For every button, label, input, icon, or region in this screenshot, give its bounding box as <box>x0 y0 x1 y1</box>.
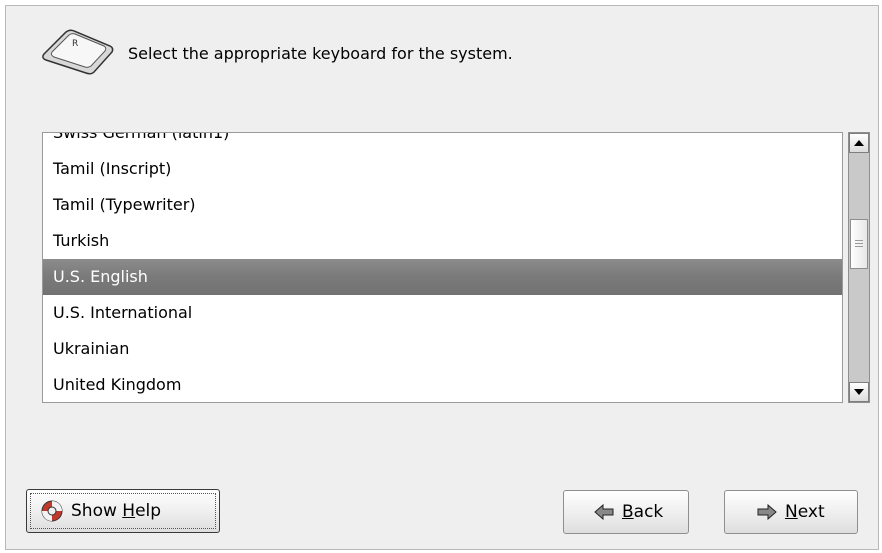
next-button-label: Next <box>785 502 825 522</box>
list-item[interactable]: U.S. International <box>43 295 842 331</box>
right-arrow-icon <box>757 504 777 520</box>
show-help-button[interactable]: Show Help <box>26 489 220 533</box>
list-item-selected[interactable]: U.S. English <box>43 259 842 295</box>
scroll-thumb[interactable] <box>850 219 868 269</box>
list-item[interactable]: Tamil (Inscript) <box>43 151 842 187</box>
instruction-text: Select the appropriate keyboard for the … <box>128 44 513 63</box>
keyboard-key-icon: R <box>42 29 114 75</box>
vertical-scrollbar[interactable] <box>848 132 870 403</box>
help-button-label: Show Help <box>71 501 162 521</box>
list-item[interactable]: Tamil (Typewriter) <box>43 187 842 223</box>
list-item[interactable]: Ukrainian <box>43 331 842 367</box>
installer-panel: R Select the appropriate keyboard for th… <box>5 5 879 550</box>
list-item[interactable]: Swiss German (latin1) <box>43 133 842 151</box>
key-letter: R <box>72 39 78 49</box>
next-button[interactable]: Next <box>724 490 858 534</box>
back-button[interactable]: Back <box>563 490 689 534</box>
scroll-up-button[interactable] <box>849 133 869 153</box>
arrow-down-icon <box>854 389 864 395</box>
lifebuoy-icon <box>41 500 63 522</box>
scroll-down-button[interactable] <box>849 382 869 402</box>
back-button-label: Back <box>622 502 664 522</box>
list-item[interactable]: United Kingdom <box>43 367 842 402</box>
keyboard-list[interactable]: Swiss German (latin1) Tamil (Inscript) T… <box>42 132 843 403</box>
arrow-up-icon <box>854 140 864 146</box>
list-item[interactable]: Turkish <box>43 223 842 259</box>
left-arrow-icon <box>594 504 614 520</box>
